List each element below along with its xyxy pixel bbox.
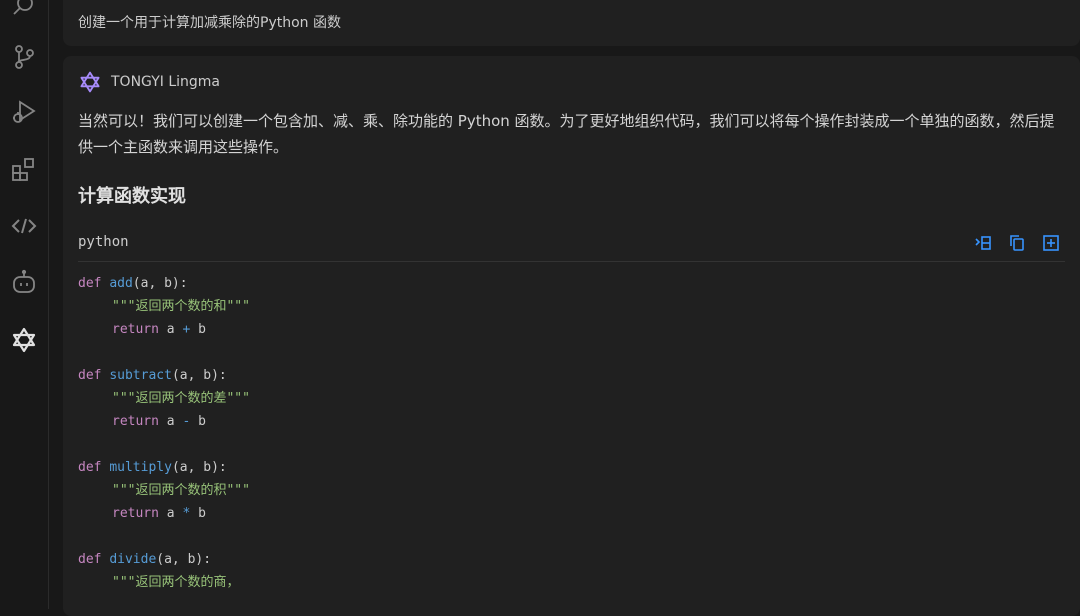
user-message-text: 创建一个用于计算加减乘除的Python 函数 — [78, 15, 341, 31]
new-file-icon[interactable] — [1041, 233, 1061, 253]
code-language-label: python — [78, 234, 129, 250]
function-name: add — [109, 276, 133, 291]
code-keyword: def — [78, 276, 102, 291]
code-line: """返回两个数的差""" — [78, 387, 1065, 410]
code-line: """返回两个数的商， — [78, 571, 1065, 594]
activity-bar — [0, 0, 49, 609]
tongyi-lingma-icon[interactable] — [4, 320, 44, 360]
code-docstring: """返回两个数的和""" — [112, 299, 250, 314]
code-var: a — [166, 506, 175, 521]
user-message: 创建一个用于计算加减乘除的Python 函数 — [63, 0, 1080, 46]
code-var: a — [166, 322, 175, 337]
assistant-message: TONGYI Lingma 当然可以！我们可以创建一个包含加、减、乘、除功能的 … — [63, 56, 1080, 616]
code-docstring: """返回两个数的积""" — [112, 483, 250, 498]
run-debug-icon[interactable] — [4, 92, 44, 132]
code-var: b — [198, 414, 206, 429]
code-keyword: def — [78, 368, 102, 383]
source-control-icon[interactable] — [4, 37, 44, 77]
code-var: b — [198, 322, 206, 337]
extensions-icon[interactable] — [4, 150, 44, 190]
code-line: return a - b — [78, 410, 1065, 433]
code-params: (a, b): — [171, 368, 227, 383]
code-actions — [973, 233, 1061, 253]
code-docstring: """返回两个数的差""" — [112, 391, 250, 406]
code-line: def multiply(a, b): — [78, 456, 1065, 479]
code-keyword: def — [78, 460, 102, 475]
code-operator: * — [182, 506, 191, 521]
copilot-icon[interactable] — [4, 263, 44, 303]
code-line: def divide(a, b): — [78, 548, 1065, 571]
chat-panel: 创建一个用于计算加减乘除的Python 函数 TONGYI Lingma 当然可… — [49, 0, 1080, 616]
code-var: b — [198, 506, 206, 521]
code-block-header: python — [78, 229, 1065, 262]
code-params: (a, b): — [171, 460, 227, 475]
code-keyword: return — [112, 414, 159, 429]
code-line: def add(a, b): — [78, 272, 1065, 295]
code-line: """返回两个数的和""" — [78, 295, 1065, 318]
code-params: (a, b): — [156, 552, 212, 567]
code-keyword: return — [112, 506, 159, 521]
code-keyword: def — [78, 552, 102, 567]
remote-icon[interactable] — [4, 206, 44, 246]
code-line: def subtract(a, b): — [78, 364, 1065, 387]
insert-at-cursor-icon[interactable] — [973, 233, 993, 253]
function-name: multiply — [109, 460, 172, 475]
search-icon[interactable] — [4, 0, 44, 26]
tongyi-logo-icon — [80, 71, 100, 93]
section-title: 计算函数实现 — [78, 186, 186, 207]
copy-icon[interactable] — [1007, 233, 1027, 253]
code-var: a — [166, 414, 175, 429]
function-name: divide — [109, 552, 157, 567]
code-params: (a, b): — [132, 276, 188, 291]
code-body: def add(a, b): """返回两个数的和""" return a + … — [78, 272, 1065, 594]
code-docstring: """返回两个数的商， — [112, 575, 240, 590]
code-line: return a + b — [78, 318, 1065, 341]
assistant-name: TONGYI Lingma — [111, 74, 220, 90]
code-operator: + — [182, 322, 191, 337]
code-line: return a * b — [78, 502, 1065, 525]
assistant-intro: 当然可以！我们可以创建一个包含加、减、乘、除功能的 Python 函数。为了更好… — [78, 112, 1055, 156]
code-line: """返回两个数的积""" — [78, 479, 1065, 502]
function-name: subtract — [109, 368, 172, 383]
code-operator: - — [182, 414, 191, 429]
assistant-header: TONGYI Lingma — [78, 69, 220, 95]
code-keyword: return — [112, 322, 159, 337]
